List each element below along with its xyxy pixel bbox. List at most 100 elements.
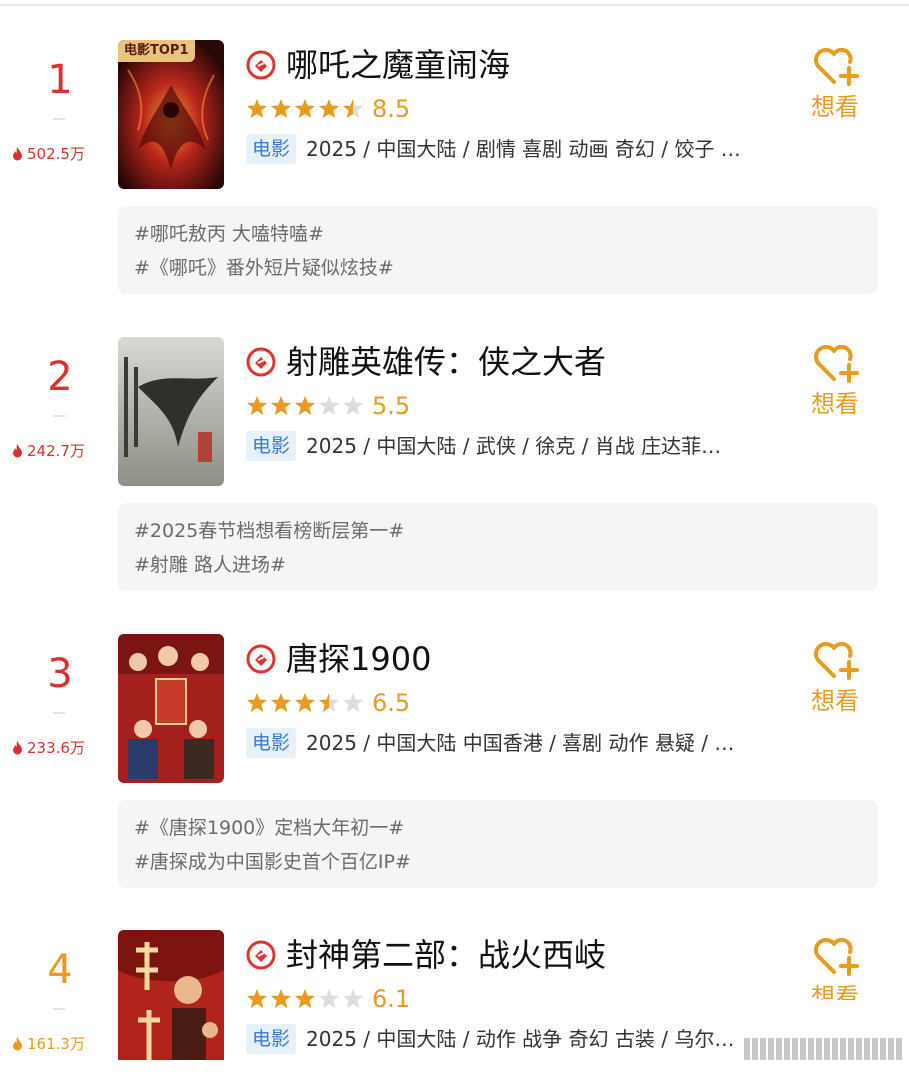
rating-score: 6.1 [372,985,411,1013]
movie-title: 封神第二部：战火西岐 [286,936,607,974]
topic-box: #2025春节档想看榜断层第一# #射雕 路人进场# [118,503,878,591]
rank-change-indicator [53,712,65,714]
star-half-icon [343,99,363,118]
type-badge: 电影 [246,1024,297,1054]
poster-image[interactable] [118,634,224,783]
rating-row: 8.5 [246,94,410,124]
movie-title: 射雕英雄传：侠之大者 [286,343,607,381]
heart-plus-icon [814,937,859,976]
star-empty-icon [343,396,363,415]
heat-value: 502.5万 [27,145,85,163]
flame-icon [13,741,22,755]
topic-link[interactable]: #哪吒敖丙 大嗑特嗑# [134,222,324,246]
star-icon [295,396,315,415]
heart-plus-icon [814,47,859,86]
want-to-watch-button[interactable]: 想看 [800,341,870,427]
star-icon [271,989,291,1008]
poster-art [118,634,224,783]
movie-meta: 2025 / 中国大陆 / 武侠 / 徐克 / 肖战 庄达菲… [306,434,722,458]
type-badge: 电影 [246,728,297,758]
flame-icon [13,444,22,458]
heart-plus-icon [814,641,859,680]
list-item[interactable]: 1 502.5万 电影TOP1 哪吒之魔童闹海 8.5 电影 2025 / 中国… [0,0,909,297]
topic-link[interactable]: #《唐探1900》定档大年初一# [134,816,404,840]
topic-link[interactable]: #唐探成为中国影史首个百亿IP# [134,850,411,874]
poster-art [118,337,224,486]
want-label: 想看 [811,687,859,715]
star-empty-icon [319,989,339,1008]
star-icon [295,99,315,118]
meta-row: 电影 2025 / 中国大陆 / 剧情 喜剧 动画 奇幻 / 饺子 … [246,134,741,166]
rating-row: 6.5 [246,688,410,718]
star-rating [247,989,363,1008]
topic-link[interactable]: #2025春节档想看榜断层第一# [134,519,404,543]
want-to-watch-button[interactable]: 想看 [800,44,870,130]
rating-score: 5.5 [372,392,411,420]
heat-value: 233.6万 [27,739,85,757]
movie-title: 哪吒之魔童闹海 [286,46,511,84]
poster-image[interactable] [118,930,224,1060]
star-empty-icon [319,396,339,415]
star-icon [247,396,267,415]
rating-score: 8.5 [372,95,411,123]
meta-row: 电影 2025 / 中国大陆 / 动作 战争 奇幻 古装 / 乌尔… [246,1024,734,1056]
movie-title: 唐探1900 [286,640,432,678]
heart-plus-icon [814,344,859,383]
certified-play-icon [246,50,276,80]
flame-icon [13,147,22,161]
movie-meta: 2025 / 中国大陆 / 剧情 喜剧 动画 奇幻 / 饺子 … [306,137,741,161]
want-to-watch-button[interactable]: 想看 [800,638,870,724]
list-item[interactable]: 4 161.3万 封神第二部：战火西岐 6.1 电影 2025 / 中国大陆 / … [0,890,909,1060]
heat-count: 242.7万 [12,440,112,462]
rank-change-indicator [53,118,65,120]
heat-count: 233.6万 [12,737,112,759]
topic-link[interactable]: #《哪吒》番外短片疑似炫技# [134,256,394,280]
title-row[interactable]: 射雕英雄传：侠之大者 [246,342,606,382]
title-row[interactable]: 哪吒之魔童闹海 [246,45,510,85]
rank-number: 1 [47,57,73,103]
topic-box: #《唐探1900》定档大年初一# #唐探成为中国影史首个百亿IP# [118,800,878,888]
want-label: 想看 [811,390,859,418]
type-badge: 电影 [246,134,297,164]
heat-value: 161.3万 [27,1035,85,1053]
topic-box: #哪吒敖丙 大嗑特嗑# #《哪吒》番外短片疑似炫技# [118,206,878,294]
star-empty-icon [343,989,363,1008]
list-item[interactable]: 2 242.7万 射雕英雄传：侠之大者 5.5 电影 2025 / 中国大陆 /… [0,297,909,594]
certified-play-icon [246,644,276,674]
rating-row: 6.1 [246,984,410,1014]
poster-badge: 电影TOP1 [118,40,195,62]
watermark [744,1038,904,1060]
heat-count: 161.3万 [12,1033,112,1055]
rank-number: 3 [47,651,73,697]
rank-change-indicator [53,1008,65,1010]
star-half-icon [319,693,339,712]
movie-meta: 2025 / 中国大陆 中国香港 / 喜剧 动作 悬疑 / … [306,731,735,755]
star-empty-icon [343,693,363,712]
rating-score: 6.5 [372,689,411,717]
list-item[interactable]: 3 233.6万 唐探1900 6.5 电影 2025 / 中国大陆 中国香港 /… [0,594,909,891]
topic-link[interactable]: #射雕 路人进场# [134,553,286,577]
flame-icon [13,1037,22,1051]
heat-value: 242.7万 [27,442,85,460]
type-badge: 电影 [246,431,297,461]
title-row[interactable]: 封神第二部：战火西岐 [246,935,606,975]
star-icon [295,693,315,712]
star-icon [247,693,267,712]
star-icon [295,989,315,1008]
star-rating [247,396,363,415]
rank-number: 4 [47,947,73,993]
certified-play-icon [246,347,276,377]
star-rating [247,693,363,712]
certified-play-icon [246,940,276,970]
star-icon [247,99,267,118]
title-row[interactable]: 唐探1900 [246,639,431,679]
poster-image[interactable] [118,337,224,486]
star-rating [247,99,363,118]
poster-image[interactable]: 电影TOP1 [118,40,224,189]
star-icon [271,396,291,415]
meta-row: 电影 2025 / 中国大陆 中国香港 / 喜剧 动作 悬疑 / … [246,728,734,760]
rank-change-indicator [53,415,65,417]
star-icon [271,99,291,118]
heat-count: 502.5万 [12,143,112,165]
poster-art [118,40,224,189]
